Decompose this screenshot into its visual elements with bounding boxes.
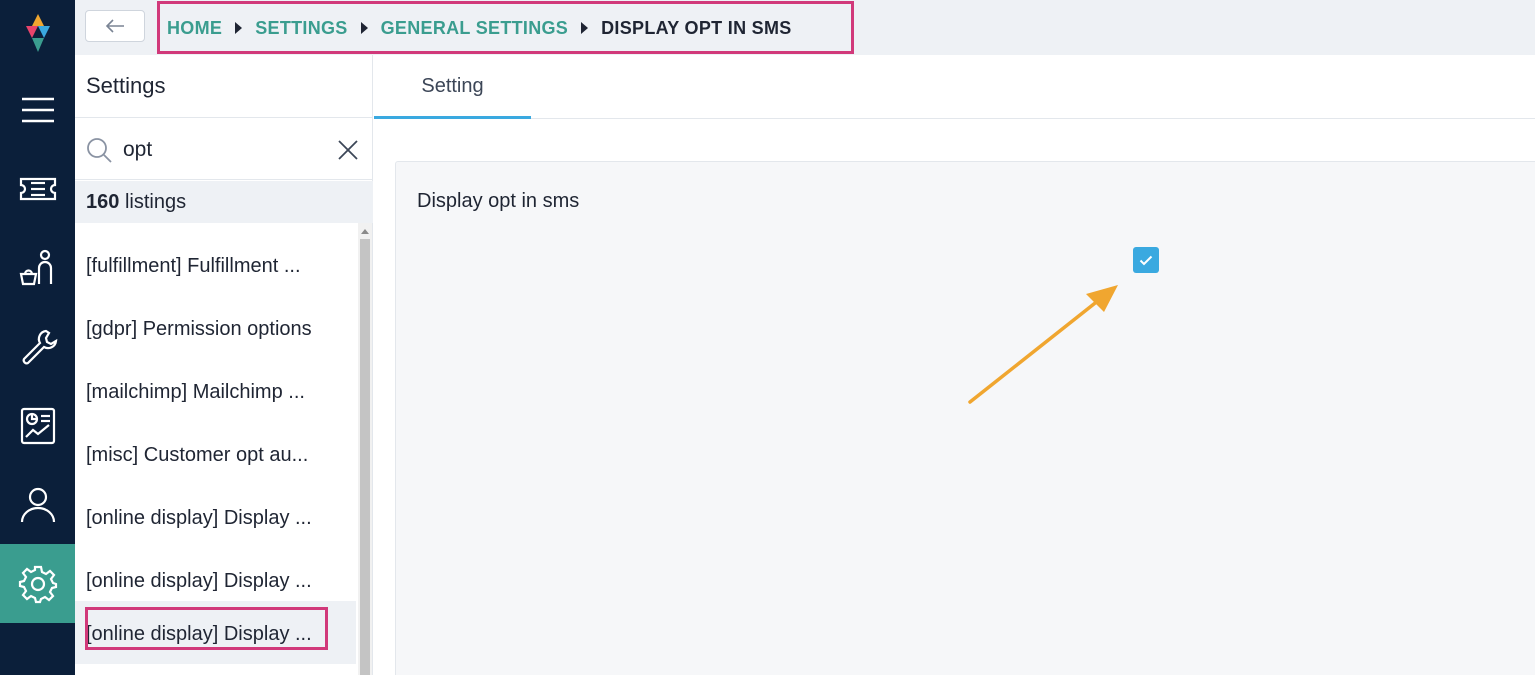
list-item-selected[interactable]: [online display] Display ... [75, 601, 356, 664]
nav-tickets[interactable] [0, 149, 75, 228]
nav-users[interactable] [0, 465, 75, 544]
list-item[interactable]: [mailchimp] Mailchimp ... [75, 349, 356, 412]
nav-settings[interactable] [0, 544, 75, 623]
arrow-left-icon [105, 19, 124, 33]
listing-count-label: listings [124, 191, 187, 213]
nav-reports[interactable] [0, 386, 75, 465]
gear-icon [18, 565, 57, 603]
breadcrumb-separator-icon [235, 22, 243, 34]
close-icon[interactable] [337, 139, 359, 161]
logo-icon [26, 14, 50, 52]
search-bar [75, 117, 373, 180]
setting-title: Display opt in sms [417, 190, 580, 212]
tab-bar: Setting [374, 55, 1535, 119]
list-item[interactable]: [gdpr] Permission options [75, 286, 356, 349]
breadcrumb-current: DISPLAY OPT IN SMS [601, 18, 792, 38]
search-input[interactable] [123, 132, 323, 168]
nav-tools[interactable] [0, 307, 75, 386]
list-item[interactable]: [fulfillment] Fulfillment ... [75, 223, 356, 286]
checkmark-icon [1139, 255, 1153, 265]
settings-list: [fulfillment] Fulfillment ... [gdpr] Per… [75, 223, 356, 675]
list-scrollbar[interactable] [358, 223, 372, 675]
breadcrumb-separator-icon [581, 22, 589, 34]
breadcrumb-general-settings[interactable]: GENERAL SETTINGS [381, 18, 569, 39]
scroll-thumb[interactable] [360, 239, 370, 675]
settings-panel: Settings 160 listings [fulfillment] Fulf… [75, 55, 373, 675]
breadcrumb: HOME SETTINGS GENERAL SETTINGS DISPLAY O… [157, 1, 854, 54]
nav-customer-service[interactable] [0, 228, 75, 307]
top-bar: HOME SETTINGS GENERAL SETTINGS DISPLAY O… [75, 0, 1535, 55]
list-item[interactable]: [online display] Display ... [75, 538, 356, 601]
tab-setting[interactable]: Setting [374, 55, 531, 119]
setting-checkbox[interactable] [1133, 247, 1159, 273]
report-icon [20, 407, 55, 444]
menu-icon [21, 97, 54, 122]
panel-title: Settings [86, 73, 166, 98]
main-content: Display opt in sms [374, 119, 1535, 675]
breadcrumb-settings[interactable]: SETTINGS [255, 18, 347, 39]
scroll-up-arrow-icon[interactable] [361, 229, 369, 234]
menu-button[interactable] [0, 70, 75, 149]
search-icon [87, 138, 112, 163]
listing-count-number: 160 [86, 191, 120, 213]
list-item[interactable]: [online display] Display ... [75, 475, 356, 538]
user-icon [20, 487, 55, 522]
breadcrumb-home[interactable]: HOME [167, 18, 222, 39]
customer-service-icon [19, 249, 52, 285]
breadcrumb-separator-icon [360, 22, 368, 34]
setting-card: Display opt in sms [395, 161, 1535, 675]
wrench-icon [22, 329, 57, 364]
ticket-icon [19, 177, 56, 200]
back-button[interactable] [85, 10, 145, 42]
listing-count: 160 listings [75, 181, 373, 223]
nav-rail [0, 0, 75, 675]
list-item[interactable]: [misc] Customer opt au... [75, 412, 356, 475]
